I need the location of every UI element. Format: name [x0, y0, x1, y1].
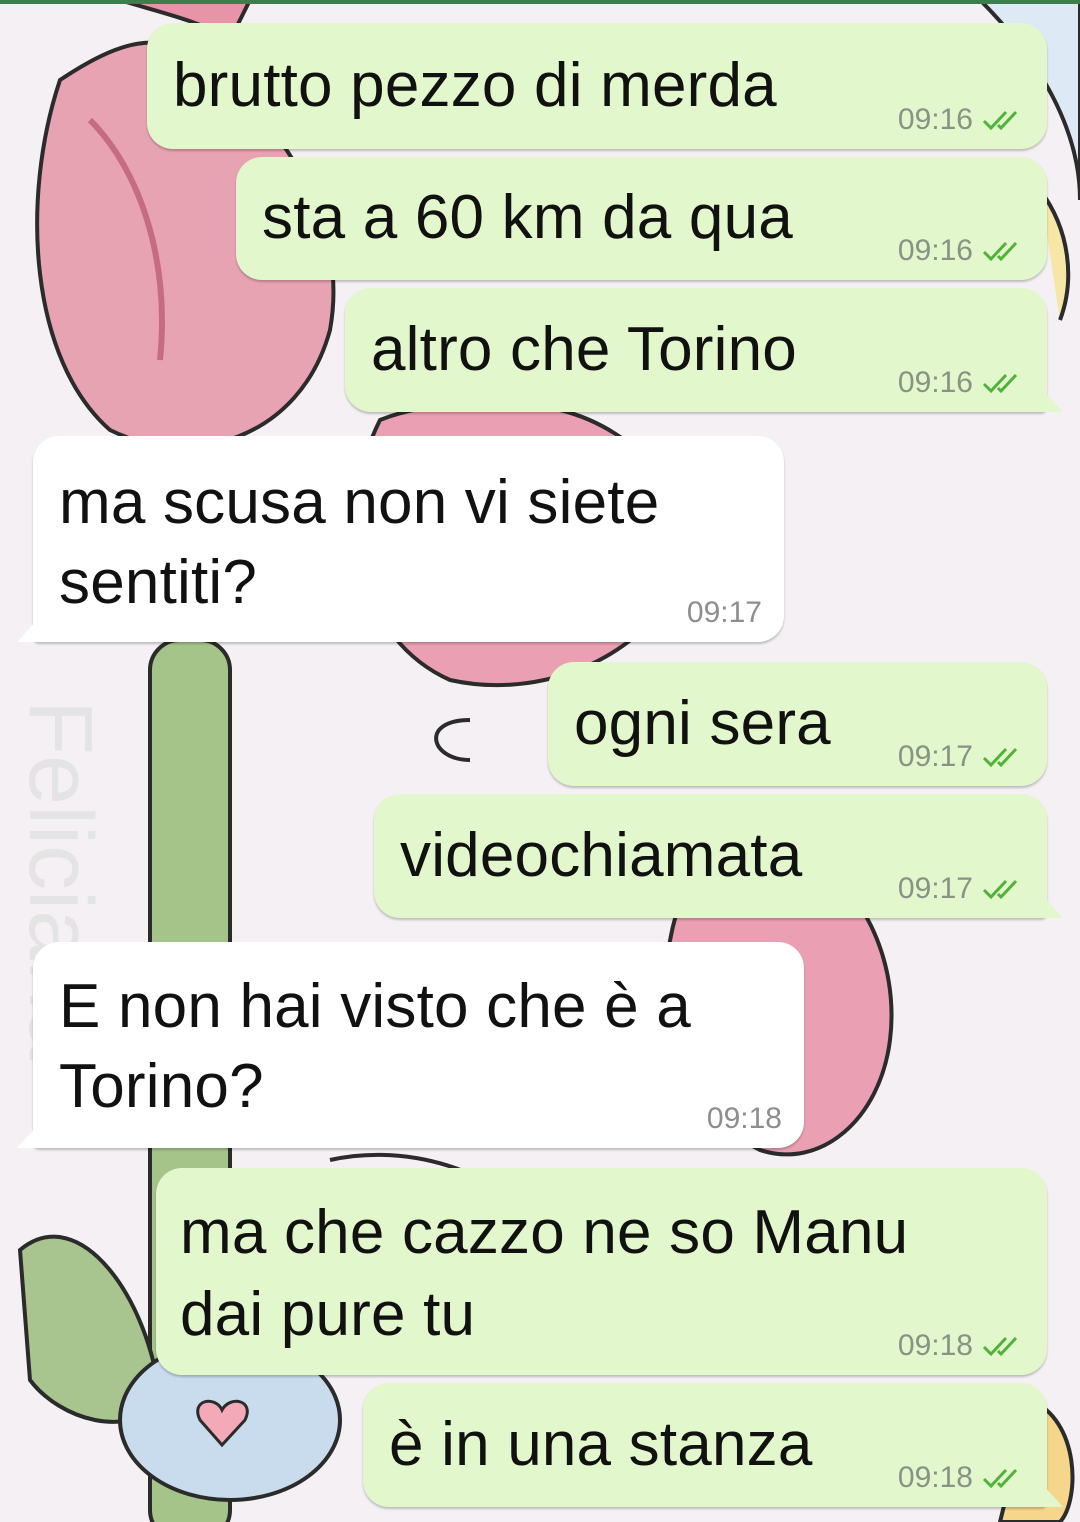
- double-check-read-icon: [982, 241, 1018, 262]
- message-text-line: Torino?: [59, 1052, 264, 1121]
- outgoing-message[interactable]: ogni sera 09:17: [548, 662, 1047, 786]
- message-time: 09:18: [706, 1102, 782, 1135]
- incoming-message[interactable]: ma scusa non vi siete sentiti? 09:17: [17, 436, 784, 642]
- message-text-line: ma che cazzo ne so Manu: [180, 1198, 909, 1267]
- message-meta: 09:16: [898, 103, 1025, 137]
- outgoing-message[interactable]: è in una stanza 09:18: [363, 1383, 1063, 1507]
- double-check-read-icon: [982, 1336, 1018, 1357]
- outgoing-message[interactable]: ma che cazzo ne so Manu dai pure tu 09:1…: [156, 1168, 1047, 1375]
- outgoing-message[interactable]: brutto pezzo di merda 09:16: [147, 23, 1047, 149]
- message-meta: 09:16: [898, 366, 1025, 400]
- message-meta: 09:16: [898, 234, 1025, 268]
- outgoing-message[interactable]: videochiamata 09:17: [374, 794, 1063, 918]
- double-check-read-icon: [982, 747, 1018, 768]
- message-time: 09:16: [897, 234, 973, 267]
- message-text-line: sentiti?: [59, 548, 258, 617]
- bubble-tail: [17, 1126, 37, 1148]
- double-check-read-icon: [982, 373, 1018, 394]
- message-meta: 09:17: [687, 596, 762, 630]
- message-text-line: dai pure tu: [180, 1280, 476, 1349]
- bubble-tail: [17, 620, 37, 642]
- bubble-tail: [1043, 896, 1063, 918]
- message-text: videochiamata: [400, 821, 803, 890]
- double-check-read-icon: [982, 110, 1018, 131]
- message-text: ogni sera: [574, 689, 831, 758]
- message-meta: 09:18: [898, 1329, 1025, 1363]
- bubble-tail: [1043, 390, 1063, 412]
- outgoing-message[interactable]: sta a 60 km da qua 09:16: [236, 157, 1047, 280]
- message-text: brutto pezzo di merda: [173, 51, 777, 120]
- message-text-line: ma scusa non vi siete: [59, 468, 660, 537]
- message-list[interactable]: brutto pezzo di merda 09:16 sta a 60 km …: [0, 0, 1080, 1522]
- message-text: sta a 60 km da qua: [262, 183, 793, 252]
- message-text-line: E non hai visto che è a: [59, 972, 691, 1041]
- message-time: 09:18: [897, 1329, 973, 1362]
- incoming-message[interactable]: E non hai visto che è a Torino? 09:18: [17, 942, 804, 1148]
- message-text: è in una stanza: [389, 1410, 813, 1479]
- message-time: 09:17: [897, 872, 973, 905]
- message-meta: 09:17: [898, 872, 1025, 906]
- message-meta: 09:17: [898, 740, 1025, 774]
- message-meta: 09:18: [707, 1102, 782, 1136]
- double-check-read-icon: [982, 1468, 1018, 1489]
- message-time: 09:17: [686, 596, 762, 629]
- outgoing-message[interactable]: altro che Torino 09:16: [345, 288, 1063, 412]
- message-time: 09:16: [897, 366, 973, 399]
- bubble-tail: [1043, 1485, 1063, 1507]
- double-check-read-icon: [982, 879, 1018, 900]
- message-meta: 09:18: [898, 1461, 1025, 1495]
- message-time: 09:18: [897, 1461, 973, 1494]
- message-time: 09:17: [897, 740, 973, 773]
- message-text: altro che Torino: [371, 315, 797, 384]
- message-time: 09:16: [897, 103, 973, 136]
